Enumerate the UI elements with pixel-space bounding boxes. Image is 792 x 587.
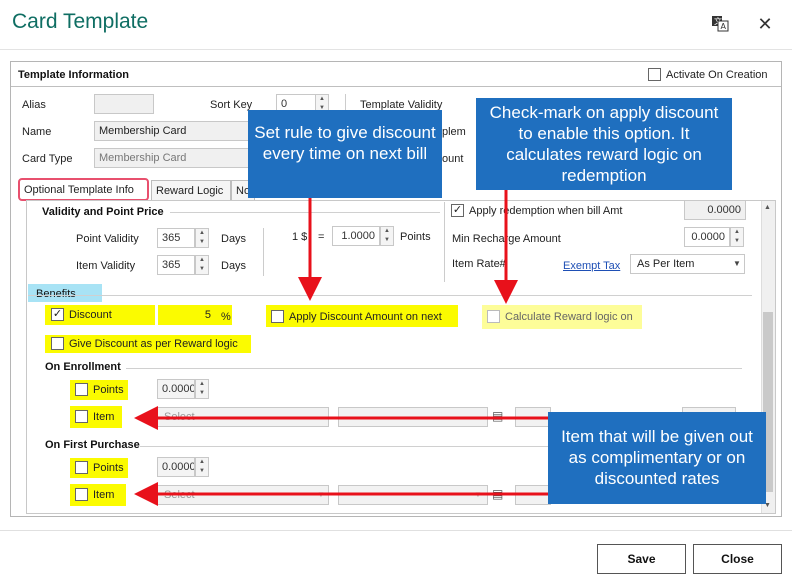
callout-check-mark: Check-mark on apply discount to enable t… (476, 98, 732, 190)
save-button[interactable]: Save (597, 544, 686, 574)
callout-item-given: Item that will be given out as complimen… (548, 412, 766, 504)
close-button[interactable]: Close (693, 544, 782, 574)
callout-set-rule: Set rule to give discount every time on … (248, 110, 442, 198)
